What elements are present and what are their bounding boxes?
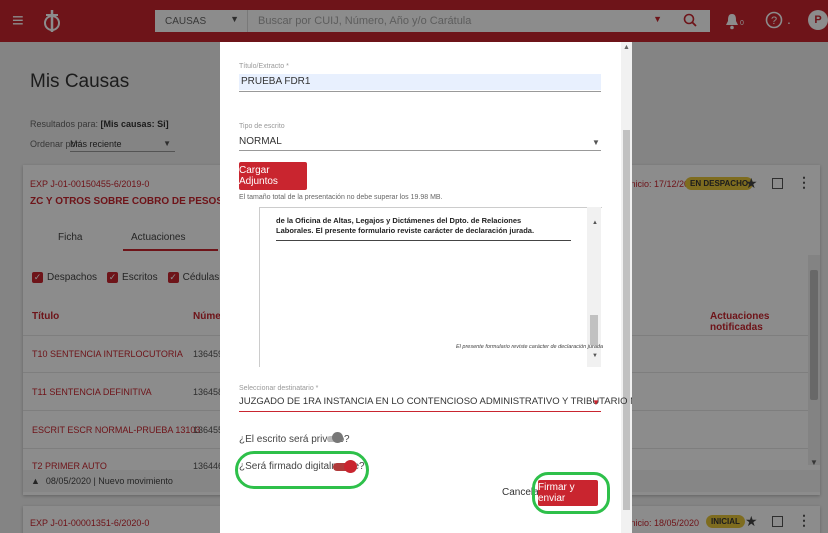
tipo-select-value[interactable]: NORMAL (239, 136, 282, 147)
scroll-down-icon[interactable]: ▼ (592, 353, 598, 359)
tipo-field-label: Tipo de escrito (239, 123, 285, 130)
chevron-down-icon[interactable]: ▼ (592, 138, 600, 147)
document-text: de la Oficina de Altas, Legajos y Dictám… (276, 216, 535, 235)
private-toggle[interactable] (327, 432, 343, 446)
recipient-field-label: Seleccionar destinatario * (239, 385, 319, 392)
recipient-select-value[interactable]: JUZGADO DE 1RA INSTANCIA EN LO CONTENCIO… (239, 396, 632, 407)
upload-attachments-button[interactable]: Cargar Adjuntos (239, 162, 307, 190)
recipient-select-underline (239, 411, 601, 412)
title-field-value: PRUEBA FDR1 (241, 76, 311, 87)
highlight-circle (235, 451, 369, 489)
new-filing-dialog: ▲ Título/Extracto * PRUEBA FDR1 Tipo de … (220, 42, 632, 533)
chevron-down-icon[interactable]: ▼ (592, 398, 600, 407)
scroll-up-icon[interactable]: ▲ (592, 220, 598, 226)
highlight-circle (532, 472, 610, 514)
title-field-underline (239, 91, 601, 92)
tipo-select-underline (239, 150, 601, 151)
scroll-up-icon[interactable]: ▲ (623, 44, 630, 51)
document-scrollbar-thumb[interactable] (590, 315, 598, 345)
document-footer-text: El presente formulario reviste carácter … (456, 344, 604, 350)
title-field-label: Título/Extracto * (239, 63, 289, 70)
size-note: El tamaño total de la presentación no de… (239, 194, 443, 201)
toggle-knob (332, 432, 343, 443)
document-rule (276, 240, 571, 241)
dialog-scrollbar-thumb[interactable] (623, 130, 630, 510)
